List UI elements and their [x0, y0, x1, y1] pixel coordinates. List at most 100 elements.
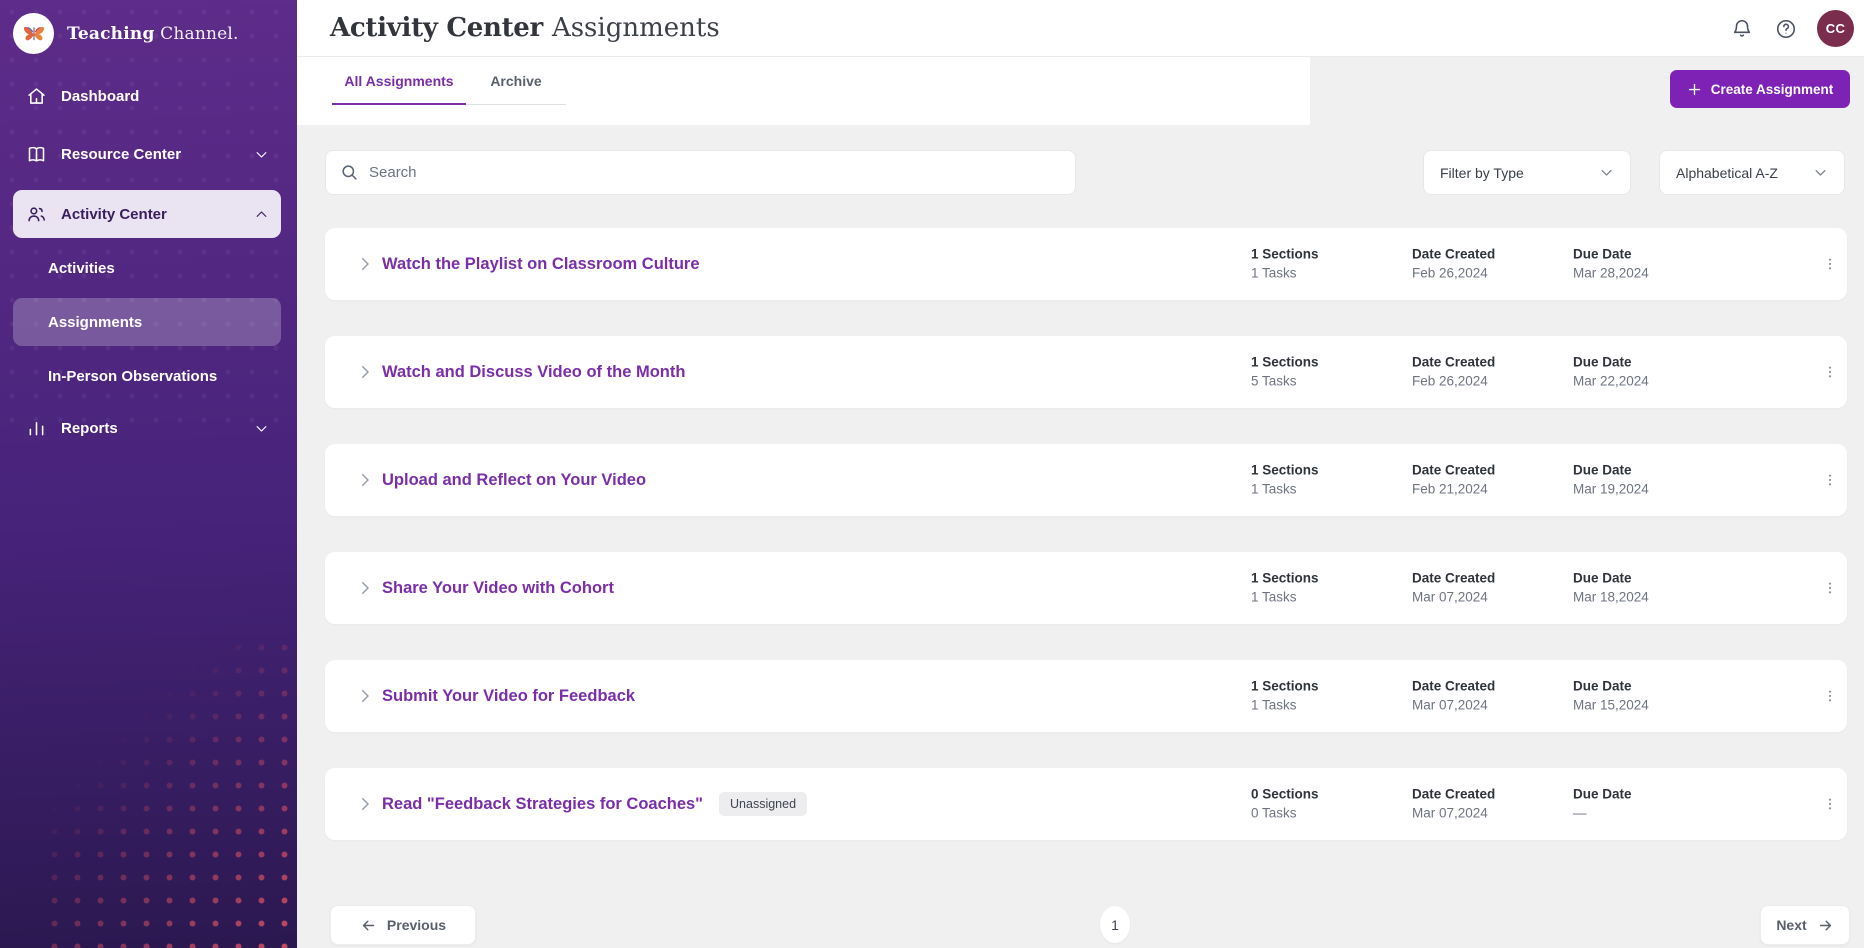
date-created-label: Date Created: [1412, 463, 1495, 479]
assignment-row[interactable]: Read "Feedback Strategies for Coaches" U…: [325, 768, 1847, 840]
assignment-title[interactable]: Watch and Discuss Video of the Month: [382, 363, 685, 382]
sort-dropdown[interactable]: Alphabetical A-Z: [1659, 150, 1845, 195]
chevron-right-icon[interactable]: [355, 470, 375, 490]
sidebar-item-label: Resource Center: [61, 146, 181, 163]
next-page-button[interactable]: Next: [1760, 905, 1850, 945]
search-input[interactable]: [369, 164, 1061, 181]
assignment-title[interactable]: Watch the Playlist on Classroom Culture: [382, 255, 700, 274]
row-options-kebab-icon[interactable]: [1819, 357, 1841, 387]
sidebar-item-label: Reports: [61, 420, 118, 437]
next-label: Next: [1776, 917, 1806, 933]
filter-by-type-dropdown[interactable]: Filter by Type: [1423, 150, 1631, 195]
top-header: Activity CenterAssignments CC: [297, 0, 1864, 57]
chevron-down-icon: [254, 421, 269, 436]
due-date-value: Mar 22,2024: [1573, 374, 1649, 390]
brand-logo[interactable]: Teaching Channel.: [0, 0, 297, 54]
date-created-value: Feb 26,2024: [1412, 374, 1495, 390]
row-options-kebab-icon[interactable]: [1819, 681, 1841, 711]
tasks-count: 5 Tasks: [1251, 374, 1319, 390]
brand-name-bold: Teaching: [67, 24, 155, 44]
assignment-title[interactable]: Read "Feedback Strategies for Coaches": [382, 795, 703, 814]
butterfly-logo-icon: [13, 13, 54, 54]
sections-tasks-column: 1 Sections 1 Tasks: [1251, 247, 1319, 282]
previous-page-button[interactable]: Previous: [330, 905, 476, 945]
assignment-row[interactable]: Watch and Discuss Video of the Month 1 S…: [325, 336, 1847, 408]
header-actions: CC: [1729, 0, 1854, 57]
due-date-value: Mar 18,2024: [1573, 590, 1649, 606]
tasks-count: 1 Tasks: [1251, 590, 1319, 606]
sections-tasks-column: 1 Sections 1 Tasks: [1251, 679, 1319, 714]
assignment-row[interactable]: Submit Your Video for Feedback 1 Section…: [325, 660, 1847, 732]
arrow-right-icon: [1817, 917, 1834, 934]
assignment-row[interactable]: Upload and Reflect on Your Video 1 Secti…: [325, 444, 1847, 516]
sidebar-nav: Dashboard Resource Center Activity Cente…: [0, 54, 297, 450]
due-date-column: Due Date Mar 18,2024: [1573, 571, 1649, 606]
sidebar-item-label: Activities: [48, 260, 115, 277]
brand-name-light: Channel.: [160, 24, 239, 44]
assignment-row[interactable]: Share Your Video with Cohort 1 Sections …: [325, 552, 1847, 624]
people-icon: [25, 204, 47, 225]
due-date-label: Due Date: [1573, 463, 1649, 479]
book-icon: [25, 144, 47, 165]
due-date-column: Due Date Mar 28,2024: [1573, 247, 1649, 282]
search-icon: [340, 163, 359, 182]
sections-tasks-column: 0 Sections 0 Tasks: [1251, 787, 1319, 822]
assignment-title[interactable]: Upload and Reflect on Your Video: [382, 471, 646, 490]
date-created-label: Date Created: [1412, 355, 1495, 371]
due-date-column: Due Date Mar 19,2024: [1573, 463, 1649, 498]
date-created-column: Date Created Feb 26,2024: [1412, 247, 1495, 282]
due-date-label: Due Date: [1573, 679, 1649, 695]
chevron-right-icon[interactable]: [355, 578, 375, 598]
home-icon: [25, 86, 47, 107]
chevron-right-icon[interactable]: [355, 254, 375, 274]
user-avatar[interactable]: CC: [1817, 10, 1854, 47]
chevron-right-icon[interactable]: [355, 686, 375, 706]
sidebar-item-reports[interactable]: Reports: [13, 406, 281, 450]
search-box: [325, 150, 1076, 195]
status-badge: Unassigned: [719, 792, 807, 816]
date-created-label: Date Created: [1412, 679, 1495, 695]
row-options-kebab-icon[interactable]: [1819, 465, 1841, 495]
due-date-value: Mar 19,2024: [1573, 482, 1649, 498]
tab-archive[interactable]: Archive: [466, 57, 566, 105]
due-date-column: Due Date —: [1573, 787, 1632, 822]
chevron-down-icon: [1599, 165, 1614, 180]
tab-all-assignments[interactable]: All Assignments: [332, 57, 466, 105]
due-date-column: Due Date Mar 22,2024: [1573, 355, 1649, 390]
create-assignment-label: Create Assignment: [1711, 82, 1834, 97]
date-created-value: Mar 07,2024: [1412, 806, 1495, 822]
date-created-column: Date Created Feb 26,2024: [1412, 355, 1495, 390]
notifications-bell-icon[interactable]: [1729, 16, 1755, 42]
sidebar-item-activities[interactable]: Activities: [13, 246, 281, 290]
sidebar-item-label: Assignments: [48, 314, 142, 331]
sidebar-item-assignments[interactable]: Assignments: [13, 298, 281, 346]
due-date-column: Due Date Mar 15,2024: [1573, 679, 1649, 714]
assignment-title[interactable]: Submit Your Video for Feedback: [382, 687, 635, 706]
brand-name: Teaching Channel.: [67, 24, 239, 44]
date-created-column: Date Created Mar 07,2024: [1412, 571, 1495, 606]
sidebar-item-activity-center[interactable]: Activity Center: [13, 190, 281, 238]
create-assignment-button[interactable]: Create Assignment: [1670, 70, 1850, 108]
chevron-right-icon[interactable]: [355, 362, 375, 382]
sidebar: Teaching Channel. Dashboard Resource Cen…: [0, 0, 297, 948]
assignment-title[interactable]: Share Your Video with Cohort: [382, 579, 614, 598]
main-content: Activity CenterAssignments CC All Assign…: [297, 0, 1864, 948]
sidebar-item-dashboard[interactable]: Dashboard: [13, 74, 281, 118]
due-date-label: Due Date: [1573, 571, 1649, 587]
sidebar-item-resource-center[interactable]: Resource Center: [13, 132, 281, 176]
row-options-kebab-icon[interactable]: [1819, 789, 1841, 819]
row-options-kebab-icon[interactable]: [1819, 249, 1841, 279]
sidebar-item-in-person-observations[interactable]: In-Person Observations: [13, 354, 281, 398]
date-created-column: Date Created Feb 21,2024: [1412, 463, 1495, 498]
sections-count: 1 Sections: [1251, 463, 1319, 479]
chevron-right-icon[interactable]: [355, 794, 375, 814]
page-number[interactable]: 1: [1100, 906, 1130, 943]
help-icon[interactable]: [1773, 16, 1799, 42]
tasks-count: 1 Tasks: [1251, 482, 1319, 498]
tasks-count: 0 Tasks: [1251, 806, 1319, 822]
filter-by-type-label: Filter by Type: [1440, 165, 1524, 181]
due-date-label: Due Date: [1573, 247, 1649, 263]
sidebar-item-label: Dashboard: [61, 88, 139, 105]
row-options-kebab-icon[interactable]: [1819, 573, 1841, 603]
assignment-row[interactable]: Watch the Playlist on Classroom Culture …: [325, 228, 1847, 300]
